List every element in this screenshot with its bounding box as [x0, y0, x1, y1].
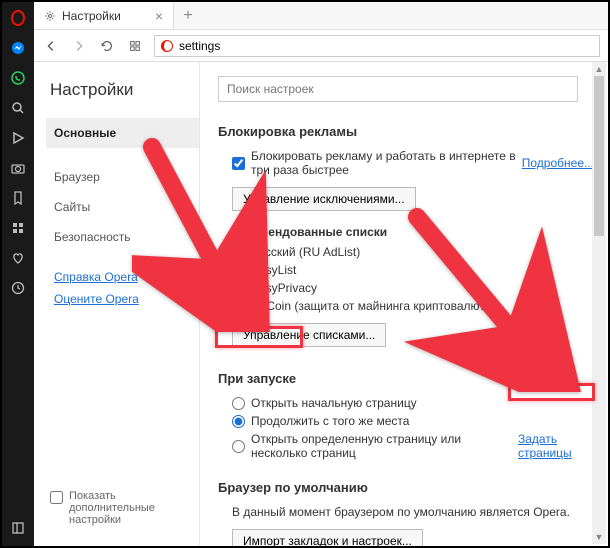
url-input[interactable]: [179, 39, 593, 53]
reload-button[interactable]: [98, 37, 116, 55]
startup-section: При запуске Открыть начальную страницу П…: [218, 371, 594, 460]
list-row[interactable]: EasyList: [232, 263, 594, 277]
adblock-enable-checkbox[interactable]: [232, 157, 245, 170]
manage-exceptions-button[interactable]: Управление исключениями...: [232, 187, 416, 211]
address-field[interactable]: [154, 35, 600, 57]
opera-logo-icon[interactable]: [10, 10, 26, 26]
tab-settings[interactable]: Настройки ×: [34, 2, 174, 29]
heart-icon[interactable]: [10, 250, 26, 266]
opera-url-icon: [161, 40, 173, 52]
list-row[interactable]: NoCoin (защита от майнинга криптовалюты): [232, 299, 594, 313]
play-icon[interactable]: [10, 130, 26, 146]
import-button[interactable]: Импорт закладок и настроек...: [232, 529, 423, 546]
bookmark-icon[interactable]: [10, 190, 26, 206]
show-advanced-label: Показать дополнительные настройки: [69, 490, 193, 526]
address-bar: [34, 30, 608, 62]
list-row[interactable]: Русский (RU AdList): [232, 245, 594, 259]
startup-option[interactable]: Открыть начальную страницу: [232, 396, 594, 410]
startup-heading: При запуске: [218, 371, 594, 386]
grid-icon[interactable]: [10, 220, 26, 236]
default-browser-section: Браузер по умолчанию В данный момент бра…: [218, 480, 594, 546]
default-browser-status: В данный момент браузером по умолчанию я…: [232, 505, 594, 519]
settings-pane: Блокировка рекламы Блокировать рекламу и…: [199, 62, 608, 546]
lists-heading: Рекомендованные списки: [232, 225, 594, 239]
show-advanced-input[interactable]: [50, 491, 63, 504]
scroll-thumb[interactable]: [594, 76, 604, 236]
show-advanced-checkbox[interactable]: Показать дополнительные настройки: [46, 490, 199, 536]
startup-option[interactable]: Открыть определенную страницу или нескол…: [232, 432, 594, 460]
scroll-down-icon[interactable]: ▼: [592, 530, 606, 544]
adblock-heading: Блокировка рекламы: [218, 124, 594, 139]
new-tab-button[interactable]: +: [174, 2, 202, 29]
tab-title: Настройки: [62, 9, 121, 23]
home-button[interactable]: [126, 37, 144, 55]
adblock-more-link[interactable]: Подробнее...: [522, 156, 594, 170]
settings-sidebar: Настройки Основные Браузер Сайты Безопас…: [34, 62, 199, 546]
adblock-enable-row[interactable]: Блокировать рекламу и работать в интерне…: [232, 149, 594, 177]
manage-lists-button[interactable]: Управление списками...: [232, 323, 386, 347]
back-button[interactable]: [42, 37, 60, 55]
gear-icon: [44, 10, 56, 22]
settings-search-input[interactable]: [218, 76, 578, 102]
rate-link[interactable]: Оцените Opera: [46, 288, 199, 310]
scrollbar[interactable]: ▲ ▼: [592, 62, 606, 544]
scroll-up-icon[interactable]: ▲: [592, 62, 606, 76]
forward-button[interactable]: [70, 37, 88, 55]
messenger-icon[interactable]: [10, 40, 26, 56]
search-icon[interactable]: [10, 100, 26, 116]
help-link[interactable]: Справка Opera: [46, 266, 199, 288]
whatsapp-icon[interactable]: [10, 70, 26, 86]
startup-option[interactable]: Продолжить с того же места: [232, 414, 594, 428]
sidebar-item-basic[interactable]: Основные: [46, 118, 199, 148]
default-browser-heading: Браузер по умолчанию: [218, 480, 594, 495]
camera-icon[interactable]: [10, 160, 26, 176]
adblock-enable-label: Блокировать рекламу и работать в интерне…: [251, 149, 516, 177]
adblock-section: Блокировка рекламы Блокировать рекламу и…: [218, 124, 594, 351]
sidebar-item-browser[interactable]: Браузер: [46, 162, 199, 192]
close-icon[interactable]: ×: [155, 8, 163, 24]
opera-sidebar: [2, 2, 34, 546]
panel-icon[interactable]: [10, 520, 26, 536]
set-pages-link[interactable]: Задать страницы: [518, 432, 594, 460]
sidebar-item-security[interactable]: Безопасность: [46, 222, 199, 252]
tab-bar: Настройки × +: [34, 2, 608, 30]
list-row[interactable]: EasyPrivacy: [232, 281, 594, 295]
page-title: Настройки: [46, 80, 199, 100]
sidebar-item-sites[interactable]: Сайты: [46, 192, 199, 222]
clock-icon[interactable]: [10, 280, 26, 296]
